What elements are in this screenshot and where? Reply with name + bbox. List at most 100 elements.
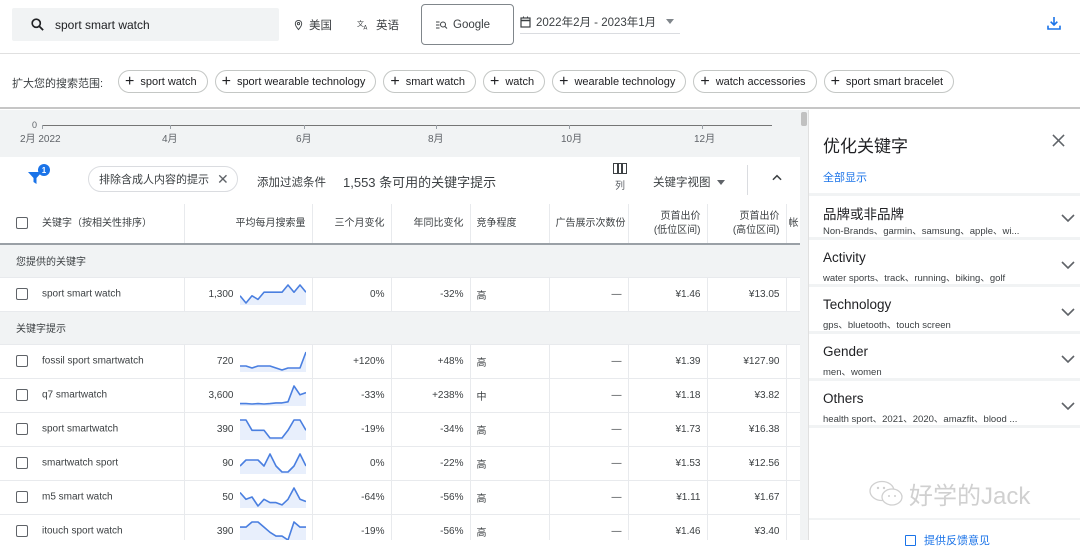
bid-high-cell: ¥3.82 xyxy=(707,378,787,413)
facet-name: Gender xyxy=(823,344,869,359)
row-checkbox[interactable] xyxy=(16,457,28,469)
row-checkbox[interactable] xyxy=(16,288,28,300)
search-icon xyxy=(31,18,44,31)
date-range-selector[interactable]: 2022年2月 - 2023年1月 xyxy=(520,10,680,34)
refine-facet[interactable]: Others health sport、2021、2020、amazfit、blo… xyxy=(809,384,1080,428)
row-checkbox[interactable] xyxy=(16,525,28,537)
broaden-chip[interactable]: + sport watch xyxy=(118,70,208,93)
impression-share-cell: — xyxy=(549,344,629,379)
volume-value: 720 xyxy=(216,355,234,367)
plus-icon: + xyxy=(125,72,135,90)
chevron-down-icon[interactable] xyxy=(1061,354,1075,364)
column-header-three-month-change[interactable]: 三个月变化 xyxy=(312,204,392,245)
show-all-link[interactable]: 全部显示 xyxy=(823,169,867,185)
collapse-chart-button[interactable] xyxy=(770,171,784,190)
keyword-search-input[interactable]: sport smart watch xyxy=(12,8,279,41)
account-cell xyxy=(786,480,801,515)
refine-facet[interactable]: Technology gps、bluetooth、touch screen xyxy=(809,290,1080,334)
language-selector[interactable]: 文A 英语 xyxy=(357,17,399,33)
download-button[interactable] xyxy=(1046,15,1062,36)
row-checkbox[interactable] xyxy=(16,355,28,367)
plus-icon: + xyxy=(490,72,500,90)
table-row[interactable]: sport smart watch 1,300 0% -32% 高 — ¥1.46 ¥13.0… xyxy=(0,277,801,312)
location-label: 美国 xyxy=(309,20,332,32)
add-filter-button[interactable]: 添加过滤条件 xyxy=(257,174,326,190)
chevron-down-icon[interactable] xyxy=(1061,260,1075,270)
column-header-yoy-change[interactable]: 年同比变化 xyxy=(391,204,471,245)
facet-values: water sports、track、running、biking、golf xyxy=(823,273,1006,284)
dropdown-caret-icon xyxy=(716,179,725,185)
keyword-view-label: 关键字视图 xyxy=(653,177,711,189)
broaden-chip[interactable]: + smart watch xyxy=(383,70,476,93)
column-header-keyword[interactable]: 关键字（按相关性排序） xyxy=(0,204,185,245)
broaden-chip[interactable]: + wearable technology xyxy=(552,70,687,93)
broaden-chip-label: sport smart bracelet xyxy=(845,75,944,88)
competition-cell: 中 xyxy=(470,378,550,413)
row-checkbox[interactable] xyxy=(16,423,28,435)
facet-name: Others xyxy=(823,391,864,406)
location-selector[interactable]: 美国 xyxy=(293,17,332,33)
table-row[interactable]: itouch sport watch 390 -19% -56% 高 — ¥1.46 ¥3.4… xyxy=(0,514,801,540)
chevron-down-icon[interactable] xyxy=(1061,401,1075,411)
chevron-down-icon[interactable] xyxy=(1061,213,1075,223)
column-header-account[interactable]: 帐 xyxy=(786,204,801,245)
feedback-link[interactable]: 提供反馈意见 xyxy=(905,532,990,548)
chevron-down-icon[interactable] xyxy=(1061,307,1075,317)
impression-share-cell: — xyxy=(549,446,629,481)
keyword-text: q7 smartwatch xyxy=(42,389,108,401)
keyword-cell: q7 smartwatch xyxy=(0,378,185,413)
exclude-adult-filter-chip[interactable]: 排除含成人内容的提示 ✕ xyxy=(88,166,238,192)
refine-facet[interactable]: 品牌或非品牌 Non-Brands、garmin、samsung、apple、wi… xyxy=(809,196,1080,240)
table-row[interactable]: q7 smartwatch 3,600 -33% +238% 中 — ¥1.18 ¥3.82 xyxy=(0,378,801,413)
keyword-view-dropdown[interactable]: 关键字视图 xyxy=(653,174,725,190)
sparkline-area xyxy=(239,285,306,305)
competition-cell: 高 xyxy=(470,446,550,481)
trend-sparkline xyxy=(239,351,306,372)
competition-cell: 高 xyxy=(470,480,550,515)
keyword-text: smartwatch sport xyxy=(42,457,119,469)
remove-filter-close-icon[interactable]: ✕ xyxy=(217,171,229,188)
account-cell xyxy=(786,412,801,447)
broaden-chip[interactable]: + watch accessories xyxy=(693,70,817,93)
table-section-header: 关键字提示 xyxy=(0,311,800,345)
select-all-checkbox[interactable] xyxy=(16,216,28,229)
refine-facet[interactable]: Gender men、women xyxy=(809,337,1080,381)
trend-sparkline xyxy=(239,385,306,406)
plus-icon: + xyxy=(559,72,569,90)
broaden-chip[interactable]: + watch xyxy=(483,70,546,93)
trend-chart-strip: 0 2月 2022 4月 6月 8月 10月 12月 xyxy=(0,110,808,157)
row-checkbox[interactable] xyxy=(16,389,28,401)
trend-sparkline xyxy=(239,487,306,508)
column-header-avg-monthly-searches[interactable]: 平均每月搜索量 xyxy=(184,204,313,245)
table-row[interactable]: sport smartwatch 390 -19% -34% 高 — ¥1.73 ¥16.38 xyxy=(0,412,801,447)
three-month-change-cell: -19% xyxy=(312,412,392,447)
keyword-cell: fossil sport smartwatch xyxy=(0,344,185,379)
scrollbar-thumb[interactable] xyxy=(801,112,807,126)
column-header-competition[interactable]: 竞争程度 xyxy=(470,204,550,245)
columns-button[interactable]: 列 xyxy=(608,163,632,192)
table-row[interactable]: smartwatch sport 90 0% -22% 高 — ¥1.53 ¥12.56 xyxy=(0,446,801,481)
trend-axis-zero: 0 xyxy=(32,120,38,130)
filter-count-badge: 1 xyxy=(38,164,50,176)
trend-sparkline xyxy=(239,453,306,474)
broaden-chip[interactable]: + sport smart bracelet xyxy=(823,70,955,93)
column-header-bid-high[interactable]: 页首出价 (高位区间) xyxy=(707,204,787,245)
column-header-impression-share[interactable]: 广告展示次数份 xyxy=(549,204,629,245)
panel-divider xyxy=(809,518,1080,520)
keyword-text: itouch sport watch xyxy=(42,525,123,537)
competition-cell: 高 xyxy=(470,412,550,447)
refine-facet[interactable]: Activity water sports、track、running、bikin… xyxy=(809,243,1080,287)
row-checkbox[interactable] xyxy=(16,491,28,503)
available-keyword-count: 1,553 条可用的关键字提示 xyxy=(343,175,497,190)
search-network-selector[interactable]: Google xyxy=(421,4,514,45)
dropdown-caret-icon xyxy=(666,19,674,24)
table-row[interactable]: m5 smart watch 50 -64% -56% 高 — ¥1.11 ¥1.67 xyxy=(0,480,801,515)
bid-high-cell: ¥127.90 xyxy=(707,344,787,379)
results-scrollbar[interactable] xyxy=(800,110,808,540)
table-row[interactable]: fossil sport smartwatch 720 +120% +48% 高 — ¥1.… xyxy=(0,344,801,379)
close-panel-button[interactable] xyxy=(1052,134,1065,152)
broaden-chip[interactable]: + sport wearable technology xyxy=(214,70,377,93)
trend-axis-tick-mark xyxy=(170,125,171,129)
facet-name: Activity xyxy=(823,250,866,265)
column-header-bid-low[interactable]: 页首出价 (低位区间) xyxy=(628,204,708,245)
